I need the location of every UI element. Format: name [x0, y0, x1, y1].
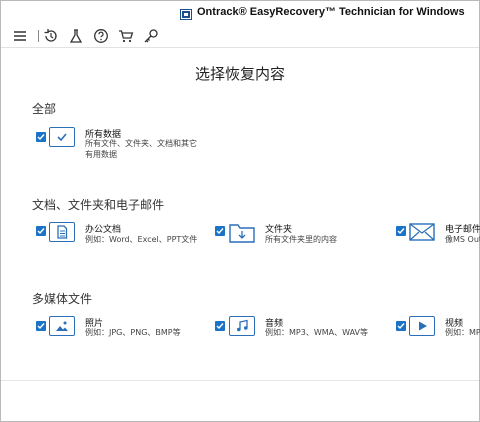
checkmark-icon — [49, 127, 75, 147]
email-checkbox[interactable] — [396, 226, 406, 236]
menu-icon[interactable] — [11, 27, 29, 45]
window-title: Ontrack® EasyRecovery™ Technician for Wi… — [197, 6, 465, 18]
app-window: Ontrack® EasyRecovery™ Technician for Wi… — [0, 0, 480, 422]
photos-desc: 例如：JPG、PNG、BMP等 — [85, 328, 181, 337]
footer-divider — [1, 380, 479, 381]
all-data-checkbox[interactable] — [36, 132, 46, 142]
section-label-all: 全部 — [32, 102, 57, 116]
key-icon[interactable] — [142, 27, 160, 45]
all-data-desc: 所有文件、文件夹、文档和其它有用数据 — [85, 139, 197, 159]
page-title: 选择恢复内容 — [194, 65, 285, 83]
image-icon — [49, 316, 75, 336]
video-desc: 例如：MP — [445, 328, 480, 337]
folders-desc: 所有文件夹里的内容 — [265, 235, 337, 244]
music-icon — [229, 316, 255, 336]
tools-icon[interactable] — [67, 27, 85, 45]
toolbar — [1, 25, 479, 48]
audio-desc: 例如：MP3、WMA、WAV等 — [265, 328, 369, 337]
cart-icon[interactable] — [117, 27, 135, 45]
easyrecovery-logo-icon — [180, 7, 192, 20]
section-label-documents: 文档、文件夹和电子邮件 — [32, 198, 165, 212]
help-icon[interactable] — [92, 27, 110, 45]
audio-checkbox[interactable] — [215, 321, 225, 331]
folder-icon — [229, 222, 255, 243]
email-desc: 像MS Out — [445, 235, 480, 244]
title-bar: Ontrack® EasyRecovery™ Technician for Wi… — [1, 1, 479, 25]
photos-checkbox[interactable] — [36, 321, 46, 331]
envelope-icon — [409, 222, 435, 242]
office-docs-checkbox[interactable] — [36, 226, 46, 236]
office-docs-desc: 例如：Word、Excel、PPT文件 — [85, 235, 198, 244]
video-checkbox[interactable] — [396, 321, 406, 331]
recovery-icon[interactable] — [42, 27, 60, 45]
toolbar-divider — [38, 30, 39, 42]
document-icon — [49, 222, 75, 242]
section-label-multimedia: 多媒体文件 — [32, 292, 93, 306]
video-icon — [409, 316, 435, 336]
folders-checkbox[interactable] — [215, 226, 225, 236]
